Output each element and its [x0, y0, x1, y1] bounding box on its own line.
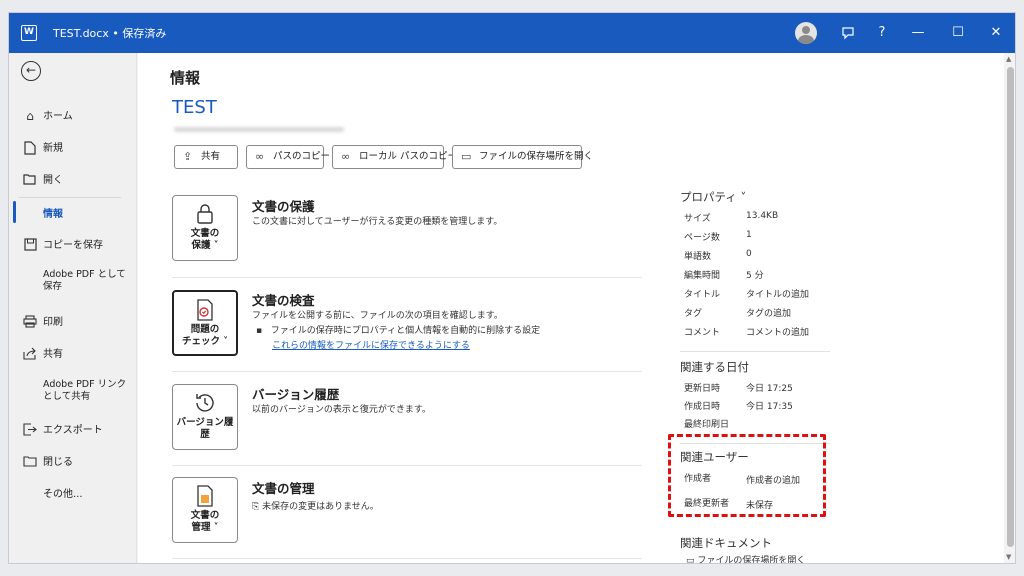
share-icon: [23, 347, 37, 361]
copy-path-button[interactable]: ∞ パスのコピー: [246, 145, 330, 169]
version-history-title: バージョン履歴: [252, 387, 340, 402]
highlight-annotation: [668, 434, 826, 517]
allow-save-info-link[interactable]: これらの情報をファイルに保存できるようにする: [272, 338, 470, 351]
close-folder-icon: [23, 455, 37, 469]
next-section-button[interactable]: [172, 563, 238, 564]
help-icon[interactable]: ?: [869, 21, 895, 45]
scroll-up-icon[interactable]: ▲: [1006, 55, 1011, 63]
sidebar-item-label: Adobe PDF リンクとして共有: [43, 379, 127, 402]
history-icon: [196, 394, 214, 412]
share-button[interactable]: ⇪ 共有: [174, 145, 238, 169]
button-label: バージョン履歴: [176, 417, 234, 440]
sidebar-item-label: 情報: [43, 209, 63, 220]
save-copy-icon: [23, 238, 37, 252]
title-bar: W TEST.docx • 保存済み ? — ☐ ✕: [9, 13, 1015, 53]
protect-title: 文書の保護: [252, 199, 315, 214]
open-file-location-button[interactable]: ▭ ファイルの保存場所を開く: [452, 145, 593, 169]
page-title: 情報: [170, 69, 201, 87]
properties-header[interactable]: プロパティ ˅: [680, 189, 746, 205]
backstage-sidebar: ← ⌂ ホーム 新規 開く 情報 コピーを保存 Adobe PDF として保存 …: [9, 53, 137, 563]
copy-local-path-button[interactable]: ∞ ローカル パスのコピー: [332, 145, 457, 169]
share-icon: ⇪: [183, 150, 193, 163]
document-path-blurred: [174, 127, 344, 132]
link-icon: ∞: [341, 150, 351, 163]
version-history-description: 以前のバージョンの表示と復元ができます。: [252, 405, 431, 415]
back-arrow-icon[interactable]: ←: [21, 61, 41, 81]
info-panel: 情報 TEST ⇪ 共有 ∞ パスのコピー ∞ ローカル パスのコピー ▭ ファ…: [138, 53, 1004, 564]
inspect-description: ファイルを公開する前に、ファイルの次の項目を確認します。: [252, 311, 503, 321]
vertical-scrollbar[interactable]: ▲ ▼: [1004, 53, 1015, 563]
button-label: 文書の 管理 ˅: [190, 510, 220, 533]
manage-document-icon: [197, 485, 213, 507]
maximize-icon[interactable]: ☐: [945, 21, 971, 45]
close-icon[interactable]: ✕: [983, 21, 1009, 45]
print-icon: [23, 315, 37, 329]
document-name: TEST: [172, 97, 217, 118]
button-label: 文書の 保護 ˅: [190, 228, 220, 251]
section-divider: [172, 371, 642, 372]
version-history-button[interactable]: バージョン履歴: [172, 384, 238, 450]
scroll-thumb[interactable]: [1007, 67, 1014, 547]
check-issues-button[interactable]: 問題の チェック ˅: [172, 290, 238, 356]
related-documents-header: 関連ドキュメント: [680, 536, 772, 550]
manage-document-button[interactable]: 文書の 管理 ˅: [172, 477, 238, 543]
sidebar-item-label: Adobe PDF として保存: [43, 269, 126, 292]
sidebar-item-label: 閉じる: [43, 457, 73, 468]
sidebar-item-label: 開く: [43, 175, 63, 186]
minimize-icon[interactable]: —: [905, 21, 931, 45]
new-document-icon: [23, 141, 37, 155]
sidebar-item-label: ホーム: [43, 111, 73, 122]
open-file-location-link[interactable]: ▭ ファイルの保存場所を開く: [686, 553, 805, 564]
home-icon: ⌂: [26, 109, 34, 123]
document-title: TEST.docx • 保存済み: [53, 27, 167, 40]
export-icon: [23, 423, 37, 437]
section-divider: [172, 558, 642, 559]
document-status-icon: ⎘: [252, 502, 260, 512]
active-indicator: [13, 201, 16, 223]
folder-icon: ▭: [686, 556, 695, 564]
section-divider: [172, 465, 642, 466]
sidebar-item-label: 印刷: [43, 317, 63, 328]
scroll-down-icon[interactable]: ▼: [1006, 553, 1011, 561]
properties-divider: [680, 351, 830, 352]
link-icon: ∞: [255, 150, 265, 163]
sidebar-item-label: コピーを保存: [43, 240, 103, 251]
manage-document-description: ⎘ 未保存の変更はありません。: [252, 502, 379, 512]
inspect-title: 文書の検査: [252, 293, 315, 308]
feedback-icon[interactable]: [835, 21, 861, 45]
inspect-bullet: ▪ ファイルの保存時にプロパティと個人情報を自動的に削除する設定: [256, 326, 541, 336]
sidebar-item-label: 共有: [43, 349, 63, 360]
section-divider: [172, 277, 642, 278]
button-label: 問題の チェック ˅: [181, 324, 229, 347]
word-logo-icon: W: [21, 25, 37, 41]
folder-icon: ▭: [461, 150, 472, 163]
word-window: W TEST.docx • 保存済み ? — ☐ ✕ ← ⌂ ホーム 新規 開く: [8, 12, 1016, 564]
protect-document-button[interactable]: 文書の 保護 ˅: [172, 195, 238, 261]
manage-document-title: 文書の管理: [252, 481, 315, 496]
open-folder-icon: [23, 173, 37, 187]
sidebar-item-label: 新規: [43, 143, 63, 154]
lock-icon: [197, 204, 213, 224]
sidebar-item-label: その他...: [43, 489, 83, 500]
sidebar-item-label: エクスポート: [43, 425, 103, 436]
user-avatar-icon[interactable]: [795, 22, 817, 44]
sidebar-divider: [19, 197, 121, 198]
related-dates-header: 関連する日付: [680, 360, 749, 374]
protect-description: この文書に対してユーザーが行える変更の種類を管理します。: [252, 217, 503, 227]
inspect-icon: [197, 299, 213, 321]
